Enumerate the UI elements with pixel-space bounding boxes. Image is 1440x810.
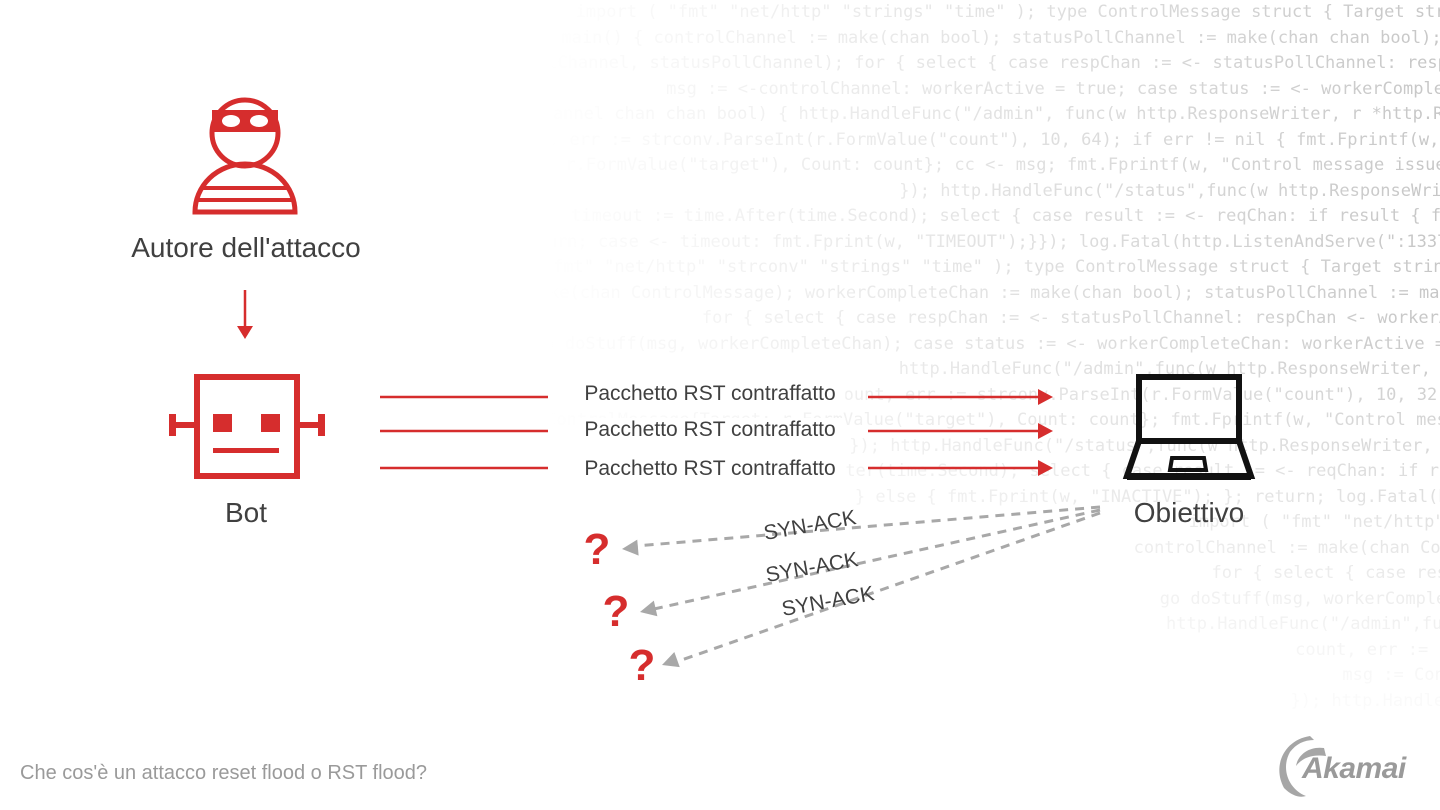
- akamai-logo: Akamai: [1270, 730, 1440, 800]
- laptop-icon: [1122, 374, 1256, 480]
- packet-arrowhead: [1038, 460, 1053, 476]
- syn-ack-arrowhead: [640, 600, 658, 617]
- question-mark-icon: ?: [602, 587, 630, 636]
- robot-icon: [169, 374, 325, 479]
- packet-label: Pacchetto RST contraffatto: [574, 418, 846, 442]
- attacker-label: Autore dell'attacco: [131, 232, 361, 263]
- packet-arrowhead: [1038, 389, 1053, 405]
- target-label: Obiettivo: [1133, 497, 1245, 528]
- question-mark-icon: ?: [583, 525, 611, 574]
- packet-label: Pacchetto RST contraffatto: [574, 457, 846, 481]
- attacker-to-bot-arrow: [237, 290, 253, 339]
- bot-label: Bot: [224, 497, 268, 528]
- akamai-logo-text: Akamai: [1302, 752, 1406, 785]
- syn-ack-arrowhead: [622, 539, 639, 556]
- packet-label: Pacchetto RST contraffatto: [574, 382, 846, 406]
- question-mark-icon: ?: [628, 641, 656, 690]
- attacker-icon: [192, 97, 298, 215]
- syn-ack-arrowhead: [662, 652, 680, 668]
- caption: Che cos'è un attacco reset flood o RST f…: [20, 762, 428, 784]
- syn-ack-dashed-line: [675, 511, 1101, 664]
- packet-arrowhead: [1038, 423, 1053, 439]
